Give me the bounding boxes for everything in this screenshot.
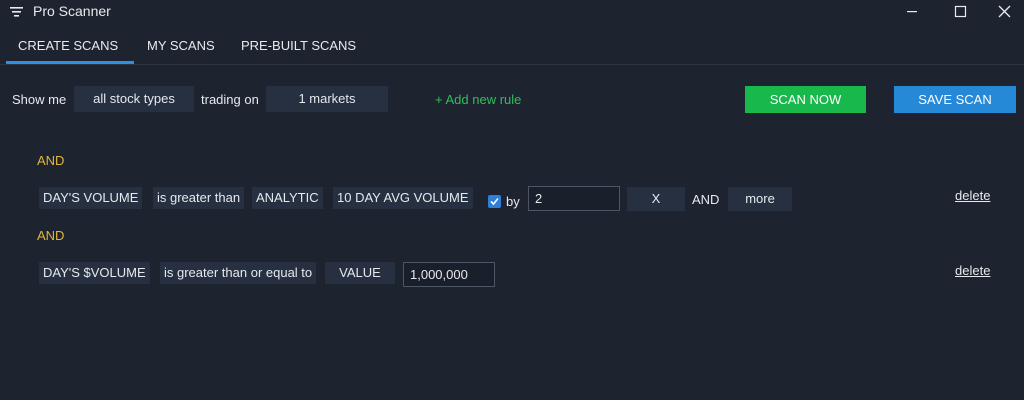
- tab-my-scans[interactable]: MY SCANS: [147, 38, 215, 53]
- minimize-button[interactable]: [890, 0, 936, 24]
- title-bar: Pro Scanner: [0, 0, 1024, 24]
- delete-rule-link[interactable]: delete: [955, 188, 990, 203]
- by-value-input[interactable]: 2: [528, 186, 620, 211]
- active-tab-indicator: [6, 61, 134, 64]
- multiplier-selector[interactable]: X: [627, 187, 685, 211]
- trading-on-label: trading on: [201, 92, 259, 107]
- show-me-label: Show me: [12, 92, 67, 107]
- scan-now-button[interactable]: SCAN NOW: [745, 86, 866, 113]
- save-scan-button[interactable]: SAVE SCAN: [894, 86, 1016, 113]
- more-button[interactable]: more: [728, 187, 792, 211]
- rule-compare-type-selector[interactable]: ANALYTIC: [252, 187, 323, 209]
- delete-rule-link[interactable]: delete: [955, 263, 990, 278]
- rule-field-selector[interactable]: DAY'S $VOLUME: [39, 262, 150, 284]
- by-checkbox[interactable]: [488, 195, 501, 208]
- rule-compare-type-selector[interactable]: VALUE: [325, 262, 395, 284]
- tab-create-scans[interactable]: CREATE SCANS: [18, 38, 118, 53]
- rule-operator-selector[interactable]: is greater than or equal to: [160, 262, 317, 284]
- stock-types-selector[interactable]: all stock types: [74, 86, 194, 112]
- rule-operator-selector[interactable]: is greater than: [153, 187, 245, 209]
- add-new-rule-link[interactable]: + Add new rule: [435, 92, 521, 107]
- rule-field-selector[interactable]: DAY'S VOLUME: [39, 187, 143, 209]
- window-title: Pro Scanner: [33, 3, 111, 19]
- filter-lines-icon: [10, 5, 24, 19]
- rule-connector: AND: [37, 153, 65, 168]
- markets-selector[interactable]: 1 markets: [266, 86, 388, 112]
- tab-pre-built-scans[interactable]: PRE-BUILT SCANS: [241, 38, 356, 53]
- inline-and-label: AND: [692, 192, 720, 207]
- close-button[interactable]: [982, 0, 1024, 24]
- maximize-button[interactable]: [938, 0, 984, 24]
- by-label: by: [506, 194, 520, 209]
- value-input[interactable]: 1,000,000: [403, 262, 495, 287]
- rule-connector: AND: [37, 228, 65, 243]
- rule-compare-field-selector[interactable]: 10 DAY AVG VOLUME: [333, 187, 473, 209]
- tab-bar: CREATE SCANS MY SCANS PRE-BUILT SCANS: [0, 24, 1024, 65]
